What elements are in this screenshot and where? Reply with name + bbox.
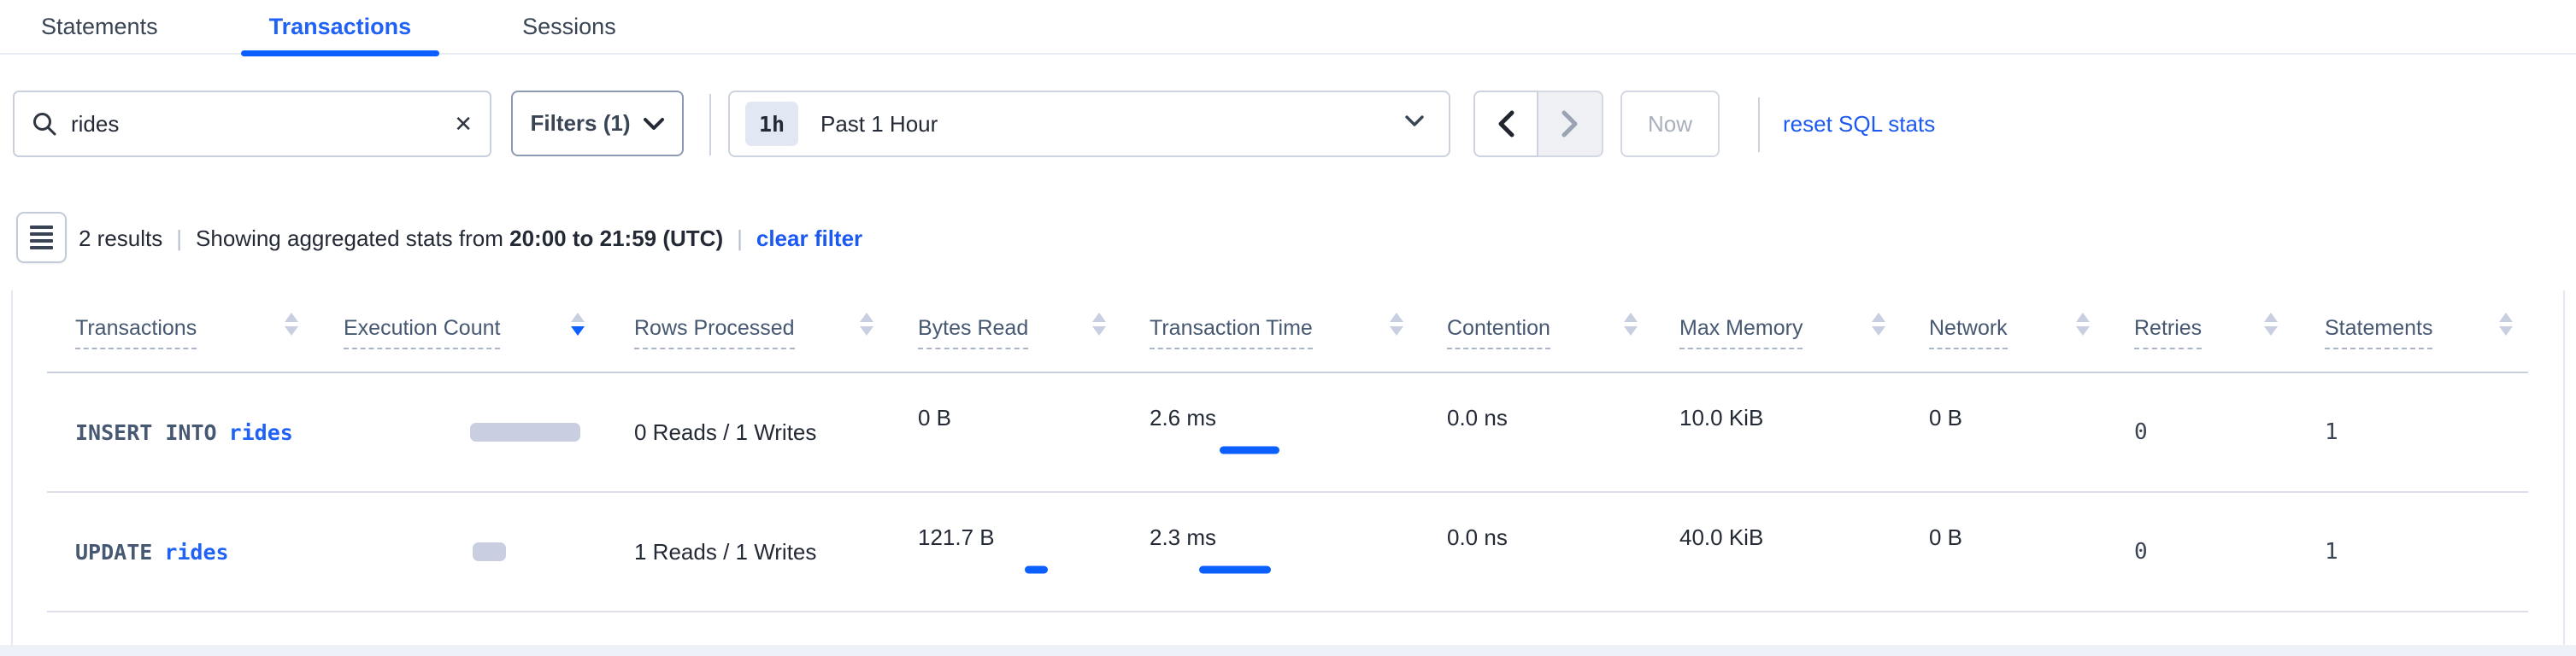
divider	[1758, 97, 1760, 152]
contention-cell: 0.0 ns	[1447, 373, 1508, 491]
time-range-badge: 1h	[745, 102, 798, 146]
chevron-down-icon	[1404, 114, 1425, 127]
tab-label: Sessions	[522, 14, 616, 40]
chevron-right-icon	[1561, 110, 1579, 138]
retries-cell: 0	[2134, 493, 2148, 611]
transaction-link[interactable]: rides	[229, 420, 293, 445]
clear-filter-link[interactable]: clear filter	[756, 226, 862, 252]
search-input[interactable]	[71, 111, 445, 138]
max-memory-cell: 10.0 KiB	[1679, 373, 1763, 491]
transaction-time-cell: 2.3 ms	[1150, 493, 1216, 611]
time-range-selector[interactable]: 1h Past 1 Hour	[728, 91, 1450, 157]
max-memory-bar	[1679, 560, 1763, 579]
separator: |	[162, 226, 196, 252]
menu-lines-icon	[30, 226, 53, 249]
std-dev-bar	[1199, 566, 1271, 574]
column-header-contention[interactable]: Contention	[1447, 316, 1550, 341]
sql-statement: UPDATErides	[75, 540, 229, 565]
column-header-execution-count[interactable]: Execution Count	[344, 316, 500, 341]
filters-button[interactable]: Filters (1)	[511, 91, 684, 156]
sort-control[interactable]	[1092, 313, 1106, 336]
filters-label: Filters (1)	[530, 110, 630, 137]
rows-processed-cell: 0 Reads / 1 Writes	[634, 373, 816, 491]
column-header-rows-processed[interactable]: Rows Processed	[634, 316, 795, 341]
chevron-down-icon	[643, 117, 665, 131]
column-header-statements[interactable]: Statements	[2325, 316, 2432, 341]
transaction-time-bar	[1150, 441, 1216, 460]
controls-row: ✕ Filters (1) 1h Past 1 Hour Now reset S…	[0, 91, 2576, 159]
tab-sessions[interactable]: Sessions	[494, 0, 644, 54]
sort-control[interactable]	[285, 313, 298, 336]
statements-cell: 1	[2325, 373, 2338, 491]
reset-sql-stats-link[interactable]: reset SQL stats	[1783, 91, 1935, 157]
sort-control[interactable]	[2264, 313, 2278, 336]
execution-count-cell: 6	[344, 493, 634, 611]
top-tab-bar: Statements Transactions Sessions	[0, 0, 2576, 55]
search-box[interactable]: ✕	[13, 91, 491, 157]
column-header-max-memory[interactable]: Max Memory	[1679, 316, 1803, 341]
contention-cell: 0.0 ns	[1447, 493, 1508, 611]
page-bottom-background	[0, 645, 2576, 656]
next-time-window-button[interactable]	[1538, 91, 1603, 157]
execution-count-bar	[473, 542, 506, 561]
column-header-transaction-time[interactable]: Transaction Time	[1150, 316, 1313, 341]
column-header-bytes-read[interactable]: Bytes Read	[918, 316, 1028, 341]
transactions-table: Transactions Execution Count Rows Proces…	[11, 290, 2565, 645]
divider	[709, 94, 711, 155]
clear-search-icon[interactable]: ✕	[445, 113, 473, 135]
sort-control[interactable]	[1624, 313, 1638, 336]
transaction-cell: UPDATErides	[75, 493, 229, 611]
results-bar: 2 results | Showing aggregated stats fro…	[0, 205, 2576, 272]
sql-statement: INSERT INTOrides	[75, 420, 293, 445]
now-label: Now	[1648, 111, 1692, 138]
max-memory-cell: 40.0 KiB	[1679, 493, 1763, 611]
network-cell: 0 B	[1929, 493, 1962, 611]
column-selector-button[interactable]	[16, 212, 67, 263]
sort-control[interactable]	[2076, 313, 2090, 336]
tab-label: Transactions	[269, 14, 412, 40]
column-header-transactions[interactable]: Transactions	[75, 316, 197, 341]
max-memory-bar	[1679, 441, 1763, 460]
results-summary: 2 results | Showing aggregated stats fro…	[79, 205, 862, 272]
std-dev-bar	[1220, 447, 1279, 454]
transaction-link[interactable]: rides	[164, 540, 228, 565]
sort-control[interactable]	[860, 313, 873, 336]
tab-statements[interactable]: Statements	[13, 0, 186, 54]
tab-transactions[interactable]: Transactions	[241, 0, 440, 54]
tab-label: Statements	[41, 14, 158, 40]
previous-time-window-button[interactable]	[1473, 91, 1538, 157]
chevron-left-icon	[1497, 110, 1514, 138]
bytes-read-cell: 0 B	[918, 373, 951, 491]
active-tab-underline	[241, 50, 440, 56]
results-count: 2 results	[79, 226, 162, 252]
rows-processed-cell: 1 Reads / 1 Writes	[634, 493, 816, 611]
execution-count-cell: 38	[344, 373, 634, 491]
column-header-network[interactable]: Network	[1929, 316, 2008, 341]
table-row: INSERT INTOrides 38 0 Reads / 1 Writes 0…	[47, 373, 2528, 493]
sort-control[interactable]	[1390, 313, 1403, 336]
table-header-row: Transactions Execution Count Rows Proces…	[47, 290, 2528, 373]
transaction-time-cell: 2.6 ms	[1150, 373, 1216, 491]
separator: |	[723, 226, 756, 252]
transaction-time-bar	[1150, 560, 1216, 579]
statements-cell: 1	[2325, 493, 2338, 611]
sort-control[interactable]	[1872, 313, 1885, 336]
table-row: UPDATErides 6 1 Reads / 1 Writes 121.7 B…	[47, 493, 2528, 612]
std-dev-bar	[1025, 566, 1048, 574]
network-cell: 0 B	[1929, 373, 1962, 491]
transaction-cell: INSERT INTOrides	[75, 373, 293, 491]
execution-count-bar	[470, 423, 580, 442]
bytes-read-cell: 121.7 B	[918, 493, 995, 611]
column-header-retries[interactable]: Retries	[2134, 316, 2202, 341]
search-icon	[32, 111, 57, 137]
time-window-text: 20:00 to 21:59 (UTC)	[509, 226, 723, 251]
sort-control[interactable]	[2499, 313, 2513, 336]
time-range-label: Past 1 Hour	[820, 111, 938, 138]
showing-stats-text: Showing aggregated stats from 20:00 to 2…	[196, 226, 723, 252]
bytes-read-bar	[918, 560, 995, 579]
retries-cell: 0	[2134, 373, 2148, 491]
now-button[interactable]: Now	[1620, 91, 1720, 157]
sort-control-active-desc[interactable]	[571, 313, 585, 336]
time-window-pager	[1473, 91, 1603, 157]
